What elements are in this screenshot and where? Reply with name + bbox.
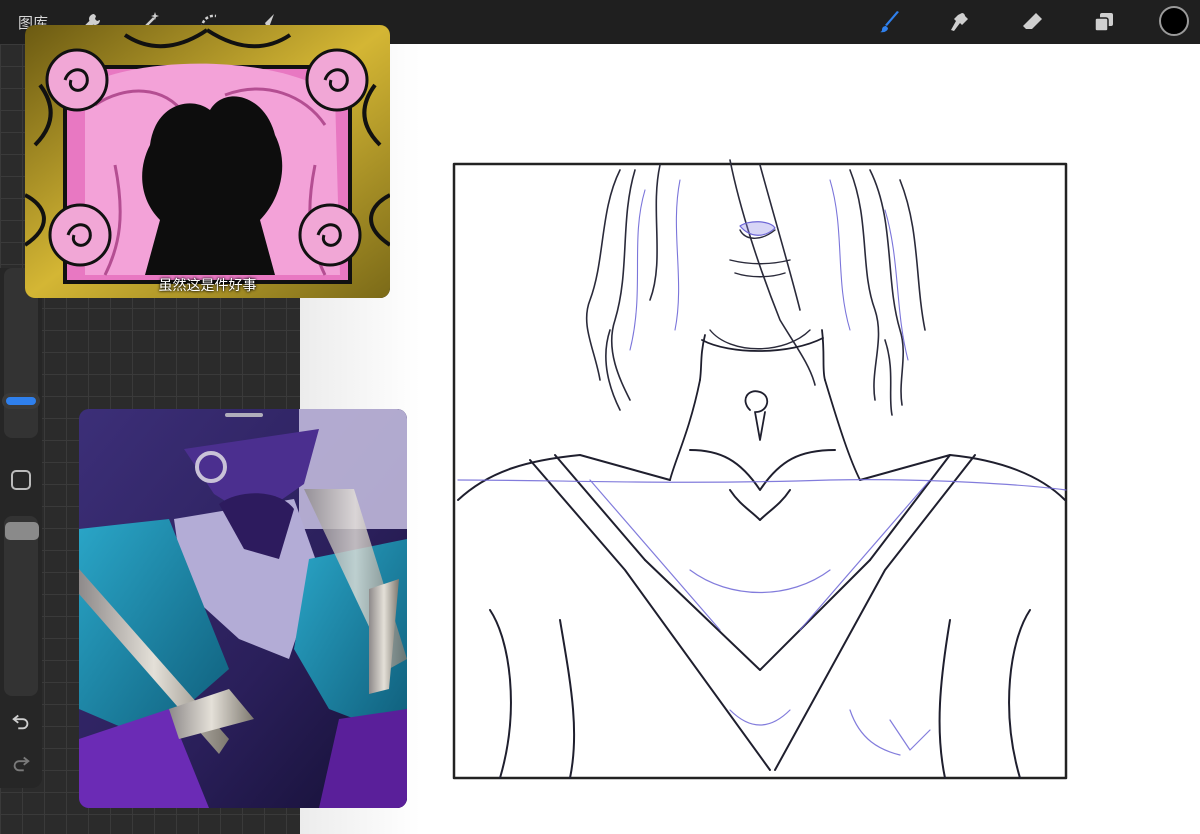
eraser-icon[interactable] bbox=[1016, 6, 1048, 38]
undo-icon[interactable] bbox=[10, 710, 32, 732]
side-toolbar bbox=[0, 268, 42, 788]
smudge-icon[interactable] bbox=[944, 6, 976, 38]
window-grabber-handle[interactable] bbox=[225, 413, 263, 417]
brush-size-handle[interactable] bbox=[6, 397, 36, 405]
figure-sketch bbox=[452, 159, 1068, 780]
reference-window-render[interactable] bbox=[79, 409, 407, 808]
color-picker-swatch[interactable] bbox=[1159, 6, 1189, 36]
sketch-neck bbox=[669, 329, 861, 481]
sketch-torso bbox=[457, 449, 1066, 779]
layers-icon[interactable] bbox=[1088, 6, 1120, 38]
opacity-slider[interactable] bbox=[4, 516, 38, 696]
modify-button[interactable] bbox=[11, 470, 31, 490]
brush-icon[interactable] bbox=[874, 6, 906, 38]
render-reference-image bbox=[79, 409, 407, 808]
redo-icon[interactable] bbox=[10, 752, 32, 774]
sketch-frame-border bbox=[452, 162, 1068, 780]
reference-window-anime[interactable]: 虽然这是件好事 bbox=[25, 25, 390, 298]
anime-reference-image bbox=[25, 25, 390, 298]
opacity-handle[interactable] bbox=[5, 522, 39, 540]
subtitle-caption: 虽然这是件好事 bbox=[158, 278, 257, 294]
